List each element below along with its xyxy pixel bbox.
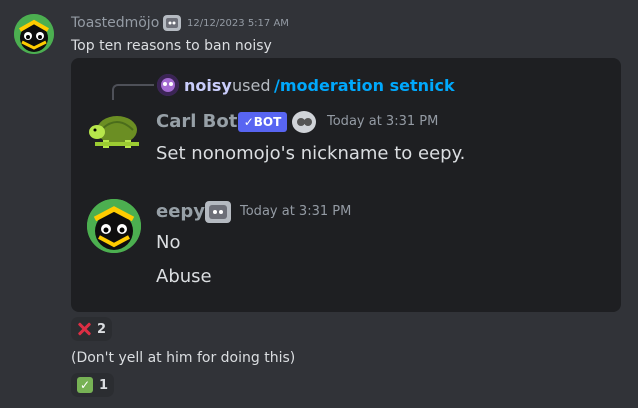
author-avatar[interactable]	[14, 14, 54, 54]
bee-avatar-icon	[87, 199, 141, 253]
reply-connector	[112, 84, 154, 100]
reaction-count: 2	[97, 321, 107, 337]
eepy-name[interactable]: eepy	[156, 201, 205, 222]
reply-avatar[interactable]	[157, 74, 179, 96]
reply-username[interactable]: noisy	[184, 76, 232, 95]
reaction-count: 1	[99, 377, 109, 393]
robot-badge-icon	[163, 15, 181, 31]
bot-status-icon	[292, 111, 316, 133]
message-text: Top ten reasons to ban noisy	[71, 38, 272, 54]
reply-action: used	[232, 76, 271, 95]
noisy-avatar-icon	[157, 74, 179, 96]
carl-bot-message: Set nonomojo's nickname to eepy.	[156, 143, 466, 164]
reply-command-link[interactable]: /moderation setnick	[274, 76, 455, 95]
bot-tag-badge: ✓BOT	[238, 112, 287, 132]
carl-bot-name[interactable]: Carl Bot	[156, 111, 237, 132]
reaction-cross[interactable]: 2	[71, 317, 113, 341]
turtle-icon	[89, 116, 139, 148]
message-timestamp: 12/12/2023 5:17 AM	[187, 18, 289, 29]
robot-badge-icon	[205, 201, 231, 223]
cross-mark-icon	[77, 322, 91, 336]
bee-avatar-icon	[14, 14, 54, 54]
author-name[interactable]: Toastedmöjo	[71, 15, 159, 31]
carl-bot-timestamp: Today at 3:31 PM	[327, 114, 439, 129]
eepy-message-line1: No	[156, 232, 181, 253]
eepy-avatar[interactable]	[87, 199, 141, 253]
followup-text: (Don't yell at him for doing this)	[71, 350, 296, 366]
reaction-check[interactable]: ✓ 1	[71, 373, 115, 397]
check-mark-icon: ✓	[77, 377, 93, 393]
eepy-timestamp: Today at 3:31 PM	[240, 204, 352, 219]
carl-bot-avatar[interactable]	[87, 110, 141, 156]
eepy-message-line2: Abuse	[156, 266, 212, 287]
